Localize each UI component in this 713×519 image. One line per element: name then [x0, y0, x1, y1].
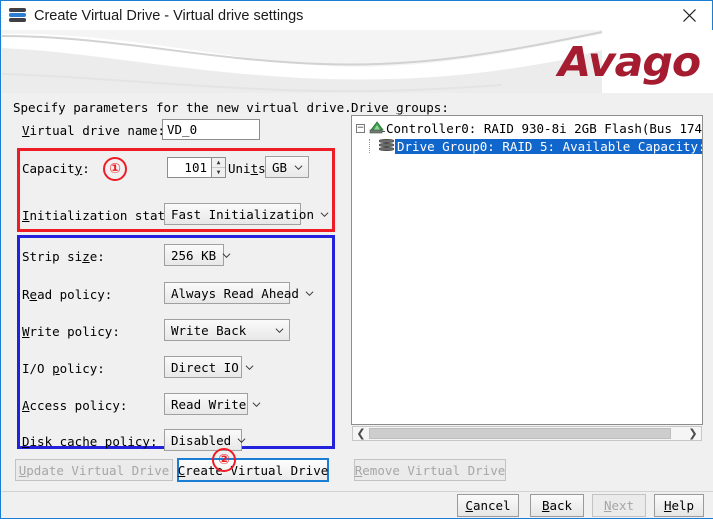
capacity-input[interactable]: 101 — [167, 157, 211, 178]
chevron-down-icon — [320, 211, 329, 217]
back-button[interactable]: Back — [530, 494, 584, 517]
chevron-down-icon — [305, 290, 314, 296]
drive-groups-label: Drive groups: — [351, 100, 449, 115]
access-policy-value: Read Write — [171, 396, 247, 412]
create-virtual-drive-label: Create Virtual Drive — [177, 462, 329, 478]
write-policy-label: Write policy: — [22, 323, 120, 339]
avago-logo: Avago — [557, 38, 701, 86]
drive-stack-icon — [9, 8, 26, 23]
instruction-text: Specify parameters for the new virtual d… — [13, 100, 352, 115]
drive-groups-tree[interactable]: − Controller0: RAID 930-8i 2GB Flash(Bus… — [351, 115, 703, 425]
remove-virtual-drive-button[interactable]: Remove Virtual Drive — [354, 459, 506, 481]
initialization-state-value: Fast Initialization — [171, 206, 314, 222]
annotation-marker-2: ② — [212, 448, 236, 472]
access-policy-label: Access policy: — [22, 397, 128, 413]
dialog-body: Specify parameters for the new virtual d… — [2, 93, 713, 518]
chevron-down-icon — [222, 252, 231, 258]
strip-size-value: 256 KB — [171, 247, 217, 263]
write-policy-value: Write Back — [171, 322, 247, 338]
strip-size-select[interactable]: 256 KB — [164, 244, 231, 266]
disk-cache-policy-label: Disk cache policy: — [22, 433, 158, 449]
read-policy-value: Always Read Ahead — [171, 285, 299, 301]
remove-virtual-drive-label: Remove Virtual Drive — [354, 462, 506, 478]
window-title: Create Virtual Drive - Virtual drive set… — [34, 7, 304, 24]
update-virtual-drive-label: Update Virtual Drive — [18, 462, 170, 478]
brand-banner: Avago — [2, 30, 713, 93]
disk-cache-policy-value: Disabled — [171, 432, 232, 448]
collapse-icon[interactable]: − — [356, 123, 365, 133]
capacity-label: Capacity: — [22, 160, 90, 176]
next-button[interactable]: Next — [592, 494, 646, 517]
units-select[interactable]: GB — [265, 156, 309, 178]
chevron-down-icon — [294, 164, 303, 170]
cancel-button[interactable]: Cancel — [457, 494, 519, 517]
annotation-box-2 — [17, 235, 335, 449]
virtual-drive-name-label: Virtual drive name: — [22, 122, 165, 138]
virtual-drive-name-input[interactable]: VD_0 — [162, 119, 260, 140]
tree-node-drive-group-label: Drive Group0: RAID 5: Available Capacity… — [395, 138, 702, 154]
access-policy-select[interactable]: Read Write — [164, 393, 261, 415]
units-value: GB — [272, 159, 288, 175]
capacity-value: 101 — [184, 160, 207, 175]
tree-horizontal-scrollbar[interactable]: ❮ ❯ — [352, 426, 702, 441]
disk-cache-policy-select[interactable]: Disabled — [164, 429, 246, 451]
scrollbar-track[interactable] — [369, 428, 685, 439]
io-policy-select[interactable]: Direct IO — [164, 356, 254, 378]
title-bar: Create Virtual Drive - Virtual drive set… — [1, 1, 712, 30]
chevron-down-icon — [237, 437, 246, 443]
scroll-right-icon[interactable]: ❯ — [685, 427, 701, 440]
spin-down-icon[interactable]: ▼ — [212, 168, 225, 177]
tree-node-drive-group[interactable]: Drive Group0: RAID 5: Available Capacity… — [352, 137, 702, 155]
controller-icon — [369, 121, 386, 135]
virtual-drive-name-value: VD_0 — [167, 122, 198, 137]
initialization-state-select[interactable]: Fast Initialization — [164, 203, 329, 225]
back-label: Back — [541, 498, 573, 513]
spin-up-icon[interactable]: ▲ — [212, 158, 225, 168]
initialization-state-label: Initialization state: — [22, 207, 181, 223]
help-label: Help — [663, 498, 695, 513]
update-virtual-drive-button[interactable]: Update Virtual Drive — [15, 459, 173, 481]
io-policy-label: I/O policy: — [22, 360, 105, 376]
capacity-stepper[interactable]: 101 ▲ ▼ — [167, 157, 226, 178]
scroll-left-icon[interactable]: ❮ — [353, 427, 369, 440]
annotation-marker-1: ① — [103, 157, 127, 181]
scrollbar-thumb[interactable] — [369, 428, 671, 439]
tree-node-controller-label: Controller0: RAID 930-8i 2GB Flash(Bus 1… — [386, 120, 703, 136]
capacity-spin-buttons[interactable]: ▲ ▼ — [211, 157, 226, 178]
help-button[interactable]: Help — [654, 494, 704, 517]
chevron-down-icon — [252, 401, 261, 407]
tree-node-controller[interactable]: − Controller0: RAID 930-8i 2GB Flash(Bus… — [352, 119, 702, 137]
drive-group-icon — [378, 139, 395, 153]
next-label: Next — [603, 498, 635, 513]
io-policy-value: Direct IO — [171, 359, 239, 375]
read-policy-select[interactable]: Always Read Ahead — [164, 282, 314, 304]
strip-size-label: Strip size: — [22, 248, 105, 264]
read-policy-label: Read policy: — [22, 286, 113, 302]
chevron-down-icon — [245, 364, 254, 370]
chevron-down-icon — [275, 327, 284, 333]
cancel-label: Cancel — [465, 498, 511, 513]
write-policy-select[interactable]: Write Back — [164, 319, 290, 341]
create-virtual-drive-button[interactable]: Create Virtual Drive — [177, 458, 329, 482]
create-virtual-drive-dialog: Create Virtual Drive - Virtual drive set… — [0, 0, 713, 519]
close-icon[interactable] — [667, 1, 712, 30]
